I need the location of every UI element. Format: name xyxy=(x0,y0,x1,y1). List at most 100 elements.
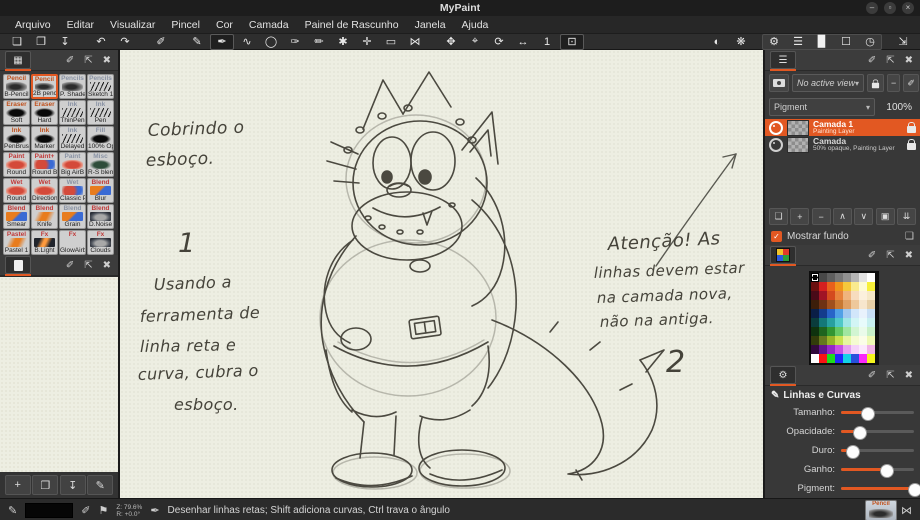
slider-track[interactable] xyxy=(841,463,914,478)
history-toggle-button[interactable]: ◷ xyxy=(859,35,881,49)
new-file-button[interactable]: ❏ xyxy=(6,35,28,49)
scratch-new-button[interactable]: + xyxy=(4,475,31,495)
flood-fill-button[interactable]: ✱ xyxy=(332,35,354,49)
detach-panel-icon[interactable]: ⇱ xyxy=(884,55,896,66)
palette-swatch[interactable] xyxy=(843,327,851,336)
save-file-button[interactable]: ↧ xyxy=(54,35,76,49)
lines-curves-button[interactable]: ✒ xyxy=(210,33,234,50)
palette-swatch[interactable] xyxy=(811,354,819,363)
palette-swatch[interactable] xyxy=(835,309,843,318)
palette-swatch[interactable] xyxy=(827,318,835,327)
palette-swatch[interactable] xyxy=(843,273,851,282)
scratch-save-button[interactable]: ↧ xyxy=(59,475,86,495)
menu-ajuda[interactable]: Ajuda xyxy=(455,18,496,32)
palette-swatch[interactable] xyxy=(811,336,819,345)
palette-swatch[interactable] xyxy=(835,327,843,336)
view-remove-button[interactable]: − xyxy=(887,74,901,92)
palette-swatch[interactable] xyxy=(811,273,819,282)
palette-swatch[interactable] xyxy=(859,282,867,291)
scroll-view-button[interactable]: ✥ xyxy=(440,35,462,49)
move-layer-button[interactable]: ✛ xyxy=(356,35,378,49)
close-button[interactable]: × xyxy=(902,2,914,14)
slider-track[interactable] xyxy=(841,425,914,440)
fit-view-button[interactable]: ⊡ xyxy=(560,33,584,50)
close-panel-icon[interactable]: ✖ xyxy=(903,55,915,66)
brush-preview[interactable]: Pencil xyxy=(865,500,897,520)
minimize-button[interactable]: – xyxy=(866,2,878,14)
palette-swatch[interactable] xyxy=(835,300,843,309)
palette-swatch[interactable] xyxy=(835,336,843,345)
scratchpad-toggle-button[interactable]: ▉ xyxy=(811,35,833,49)
layer-raise-button[interactable]: ∧ xyxy=(832,208,852,225)
redo-button[interactable]: ↷ xyxy=(114,35,136,49)
menu-janela[interactable]: Janela xyxy=(408,18,453,32)
brush-d-noise[interactable]: Blend D.Noise xyxy=(87,204,114,229)
menu-arquivo[interactable]: Arquivo xyxy=(8,18,58,32)
palette-swatch[interactable] xyxy=(851,327,859,336)
palette-swatch[interactable] xyxy=(851,354,859,363)
view-dropdown[interactable]: No active view ▾ xyxy=(792,74,865,92)
brush-b-light[interactable]: Fx B.Light xyxy=(31,230,58,255)
palette-swatch[interactable] xyxy=(867,318,875,327)
fullscreen-toggle-button[interactable]: ☐ xyxy=(835,35,857,49)
layer-row[interactable]: Camada 1 Painting Layer xyxy=(765,119,920,136)
palette-swatch[interactable] xyxy=(827,309,835,318)
palette-swatch[interactable] xyxy=(835,273,843,282)
palette-swatch[interactable] xyxy=(827,354,835,363)
brush-hard[interactable]: Eraser Hard xyxy=(31,100,58,125)
zoom-one-button[interactable]: 1 xyxy=(536,35,558,49)
rotate-view-button[interactable]: ⟳ xyxy=(488,35,510,49)
edit-brush-icon[interactable]: ✐ xyxy=(81,504,90,517)
undo-button[interactable]: ↶ xyxy=(90,35,112,49)
eye-icon[interactable] xyxy=(769,137,783,152)
flag-icon[interactable]: ⚑ xyxy=(98,504,108,517)
mirror-view-button[interactable]: ↔ xyxy=(512,35,534,49)
edit-panel-icon[interactable]: ✐ xyxy=(64,55,76,66)
scratch-save-as-button[interactable]: ✎ xyxy=(87,475,114,495)
palette-swatch[interactable] xyxy=(819,273,827,282)
palette-swatch[interactable] xyxy=(859,327,867,336)
current-brush-icon[interactable]: ✎ xyxy=(8,504,17,517)
maximize-button[interactable]: ▫ xyxy=(884,2,896,14)
scratchpad-canvas[interactable] xyxy=(0,276,118,472)
window-expand-button[interactable]: ⇲ xyxy=(892,35,914,49)
palette-swatch[interactable] xyxy=(859,336,867,345)
palette-swatch[interactable] xyxy=(835,354,843,363)
detach-panel-icon[interactable]: ⇱ xyxy=(82,55,94,66)
palette-swatch[interactable] xyxy=(819,327,827,336)
view-lock-button[interactable] xyxy=(867,74,885,92)
palette-swatch[interactable] xyxy=(827,336,835,345)
detach-panel-icon[interactable]: ⇱ xyxy=(884,250,896,261)
palette-swatch[interactable] xyxy=(843,300,851,309)
palette-swatch[interactable] xyxy=(851,291,859,300)
brush-round[interactable]: Paint Round xyxy=(3,152,30,177)
palette-swatch[interactable] xyxy=(867,282,875,291)
palette-swatch[interactable] xyxy=(851,282,859,291)
main-canvas[interactable]: Cobrindo o esboço. 1 Usando a ferramenta… xyxy=(120,50,763,498)
palette-swatch[interactable] xyxy=(851,300,859,309)
palette-swatch[interactable] xyxy=(835,282,843,291)
menu-painel-de-rascunho[interactable]: Painel de Rascunho xyxy=(298,18,406,32)
unlock-icon[interactable] xyxy=(907,139,916,150)
brush-pastel-1[interactable]: Pastel Pastel 1 xyxy=(3,230,30,255)
pencil-button[interactable]: ✏ xyxy=(308,35,330,49)
slider-handle[interactable] xyxy=(845,444,860,459)
close-panel-icon[interactable]: ✖ xyxy=(903,250,915,261)
color-manager-button[interactable]: ◐ xyxy=(706,35,728,49)
palette-swatch[interactable] xyxy=(859,345,867,354)
scratch-open-button[interactable]: ❐ xyxy=(32,475,59,495)
menu-pincel[interactable]: Pincel xyxy=(164,18,207,32)
menu-cor[interactable]: Cor xyxy=(209,18,240,32)
palette-swatch[interactable] xyxy=(811,282,819,291)
palette-swatch[interactable] xyxy=(851,309,859,318)
palette-swatch[interactable] xyxy=(867,345,875,354)
menu-camada[interactable]: Camada xyxy=(242,18,296,32)
palette-swatch[interactable] xyxy=(843,291,851,300)
layer-lower-button[interactable]: ∨ xyxy=(854,208,874,225)
brush-delayed[interactable]: Ink Delayed xyxy=(59,126,86,151)
slider-track[interactable] xyxy=(841,482,920,497)
palette-swatch[interactable] xyxy=(827,345,835,354)
slider-track[interactable] xyxy=(841,406,914,421)
close-panel-icon[interactable]: ✖ xyxy=(101,260,113,271)
edit-panel-icon[interactable]: ✐ xyxy=(64,260,76,271)
